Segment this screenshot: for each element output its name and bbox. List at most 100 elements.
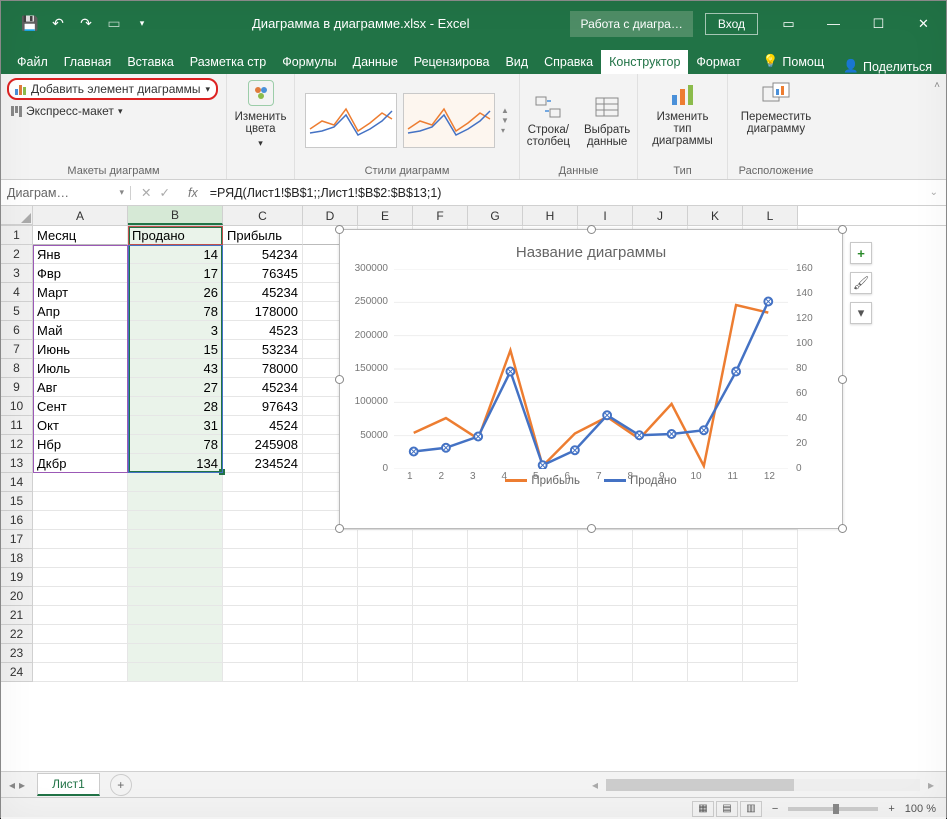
cell[interactable]: 27 bbox=[128, 378, 223, 397]
login-button[interactable]: Вход bbox=[705, 13, 758, 35]
cell[interactable] bbox=[223, 663, 303, 682]
cell[interactable] bbox=[33, 473, 128, 492]
cell[interactable]: 28 bbox=[128, 397, 223, 416]
col-header-J[interactable]: J bbox=[633, 206, 688, 225]
cell[interactable] bbox=[128, 644, 223, 663]
row-header[interactable]: 8 bbox=[1, 359, 33, 378]
select-all-triangle[interactable] bbox=[1, 206, 33, 225]
ribbon-options-icon[interactable]: ▭ bbox=[766, 9, 811, 39]
change-colors-button[interactable]: Изменить цвета ▾ bbox=[231, 78, 291, 151]
cell[interactable] bbox=[358, 644, 413, 663]
cell[interactable] bbox=[743, 530, 798, 549]
collapse-ribbon-icon[interactable]: ˄ bbox=[934, 80, 940, 91]
chevron-down-icon[interactable]: ▾ bbox=[119, 187, 124, 198]
cell[interactable] bbox=[413, 644, 468, 663]
cell[interactable] bbox=[578, 663, 633, 682]
cell[interactable] bbox=[743, 663, 798, 682]
cell[interactable] bbox=[303, 644, 358, 663]
cell[interactable] bbox=[633, 644, 688, 663]
cell[interactable] bbox=[33, 530, 128, 549]
cell[interactable] bbox=[468, 568, 523, 587]
cell[interactable]: Май bbox=[33, 321, 128, 340]
quick-layout-button[interactable]: Экспресс-макет▾ bbox=[7, 102, 126, 120]
cell[interactable] bbox=[128, 625, 223, 644]
row-header[interactable]: 17 bbox=[1, 530, 33, 549]
cell[interactable]: Продано bbox=[128, 226, 223, 245]
cell[interactable] bbox=[578, 587, 633, 606]
tab-chart-format[interactable]: Формат bbox=[688, 50, 748, 74]
tab-page-layout[interactable]: Разметка стр bbox=[182, 50, 274, 74]
cell[interactable] bbox=[468, 644, 523, 663]
col-header-H[interactable]: H bbox=[523, 206, 578, 225]
cell[interactable] bbox=[223, 644, 303, 663]
cell[interactable] bbox=[128, 587, 223, 606]
cell[interactable]: Дкбр bbox=[33, 454, 128, 473]
cell[interactable] bbox=[358, 587, 413, 606]
row-header[interactable]: 7 bbox=[1, 340, 33, 359]
redo-icon[interactable]: ↷ bbox=[77, 15, 95, 33]
cell[interactable] bbox=[688, 625, 743, 644]
tab-formulas[interactable]: Формулы bbox=[274, 50, 344, 74]
col-header-L[interactable]: L bbox=[743, 206, 798, 225]
cell[interactable]: 14 bbox=[128, 245, 223, 264]
cell[interactable] bbox=[128, 606, 223, 625]
cell[interactable] bbox=[523, 530, 578, 549]
qat-dropdown-icon[interactable]: ▾ bbox=[133, 15, 151, 33]
undo-icon[interactable]: ↶ bbox=[49, 15, 67, 33]
fx-icon[interactable]: fx bbox=[180, 186, 206, 200]
row-header[interactable]: 2 bbox=[1, 245, 33, 264]
cell[interactable]: Месяц bbox=[33, 226, 128, 245]
row-header[interactable]: 21 bbox=[1, 606, 33, 625]
cell[interactable] bbox=[223, 511, 303, 530]
cell[interactable] bbox=[413, 568, 468, 587]
cell[interactable] bbox=[468, 625, 523, 644]
cell[interactable]: 17 bbox=[128, 264, 223, 283]
cell[interactable] bbox=[413, 606, 468, 625]
cell[interactable] bbox=[633, 549, 688, 568]
row-header[interactable]: 6 bbox=[1, 321, 33, 340]
cell[interactable] bbox=[523, 663, 578, 682]
cell[interactable] bbox=[223, 587, 303, 606]
share-button[interactable]: 👤Поделиться bbox=[843, 59, 946, 74]
cell[interactable] bbox=[523, 606, 578, 625]
cell[interactable] bbox=[743, 587, 798, 606]
cell[interactable]: 178000 bbox=[223, 302, 303, 321]
cell[interactable] bbox=[468, 549, 523, 568]
col-header-I[interactable]: I bbox=[578, 206, 633, 225]
cell[interactable] bbox=[523, 568, 578, 587]
chart-style-1[interactable] bbox=[305, 93, 397, 148]
cell[interactable]: 234524 bbox=[223, 454, 303, 473]
cell[interactable] bbox=[688, 644, 743, 663]
cell[interactable] bbox=[303, 530, 358, 549]
cell[interactable] bbox=[223, 568, 303, 587]
cell[interactable] bbox=[413, 549, 468, 568]
tab-review[interactable]: Рецензирова bbox=[406, 50, 498, 74]
accept-formula-icon[interactable]: ✓ bbox=[159, 185, 169, 200]
tab-data[interactable]: Данные bbox=[345, 50, 406, 74]
cell[interactable]: 78 bbox=[128, 302, 223, 321]
cell[interactable] bbox=[128, 549, 223, 568]
hscroll-left-icon[interactable]: ◂ bbox=[586, 778, 604, 792]
cell[interactable]: 4523 bbox=[223, 321, 303, 340]
cell[interactable] bbox=[688, 663, 743, 682]
cell[interactable] bbox=[743, 625, 798, 644]
cell[interactable]: 4524 bbox=[223, 416, 303, 435]
select-data-button[interactable]: Выбрать данные bbox=[580, 91, 634, 150]
worksheet-grid[interactable]: A B C D E F G H I J K L 1МесяцПроданоПри… bbox=[1, 206, 946, 771]
cell[interactable] bbox=[303, 587, 358, 606]
cell[interactable]: 97643 bbox=[223, 397, 303, 416]
cell[interactable]: Янв bbox=[33, 245, 128, 264]
chart-elements-plus-icon[interactable]: + bbox=[850, 242, 872, 264]
tab-view[interactable]: Вид bbox=[497, 50, 536, 74]
cell[interactable] bbox=[413, 587, 468, 606]
cell[interactable] bbox=[223, 549, 303, 568]
cell[interactable]: 43 bbox=[128, 359, 223, 378]
expand-formula-icon[interactable]: ⌄ bbox=[922, 187, 946, 198]
cell[interactable]: Нбр bbox=[33, 435, 128, 454]
row-header[interactable]: 9 bbox=[1, 378, 33, 397]
maximize-icon[interactable]: ☐ bbox=[856, 9, 901, 39]
cell[interactable] bbox=[33, 606, 128, 625]
cell[interactable] bbox=[743, 568, 798, 587]
col-header-G[interactable]: G bbox=[468, 206, 523, 225]
cell[interactable]: 15 bbox=[128, 340, 223, 359]
